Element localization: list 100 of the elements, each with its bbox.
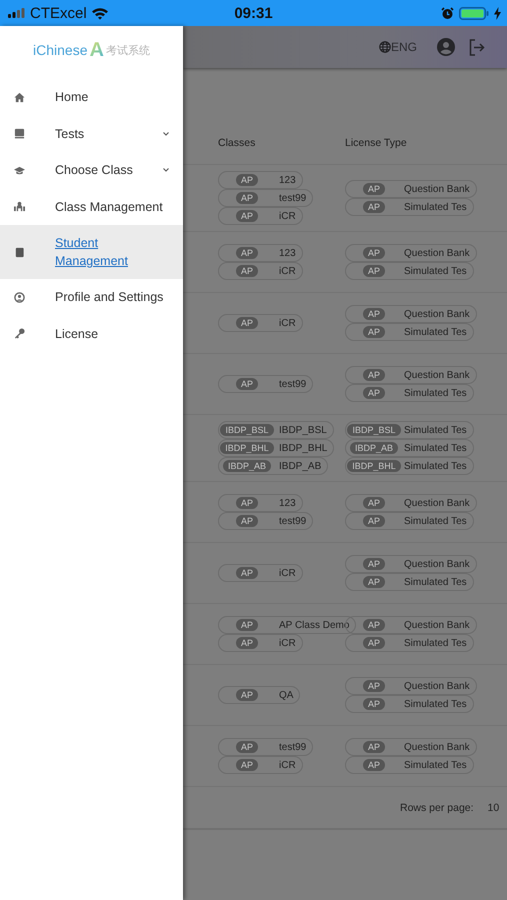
nav-item[interactable]: Choose Class [0,152,183,188]
logout-icon[interactable] [469,38,485,56]
tag-badge: AP [236,317,258,329]
account-icon[interactable] [437,38,455,56]
tag-badge: IBDP_BHL [347,460,401,472]
license-name: Question Bank [403,308,470,320]
class-name: QA [278,690,294,700]
class-name: test99 [278,516,306,526]
tag-badge: AP [362,369,385,381]
license-name: Question Bank [403,370,470,380]
key-icon [14,328,25,340]
tag-badge: AP [362,759,385,771]
tag-badge: IBDP_BSL [347,424,401,436]
class-name: 123 [278,248,296,258]
tag-badge: AP [362,515,385,527]
license-name: Simulated Tes [403,638,467,648]
globe-icon [378,41,391,53]
tag-badge: AP [236,741,258,753]
notebook-icon [14,246,25,258]
tag-badge: AP [362,183,385,195]
signal-icon [8,8,26,18]
tag-badge: AP [236,619,258,631]
nav-item[interactable]: License [0,316,183,352]
tag-badge: AP [236,192,258,204]
rows-per-page-select[interactable]: 10 [484,802,504,814]
tag-badge: IBDP_BSL [220,424,274,436]
class-name: iCR [278,760,296,770]
tag-badge: AP [362,576,385,588]
license-name: Simulated Tes [403,266,467,276]
license-name: Simulated Tes [403,576,467,588]
nav-item[interactable]: Tests [0,116,183,152]
class-name: 123 [278,498,296,508]
logo-brand-text: iChinese [33,42,88,58]
logo-subtitle: 考试系统 [106,44,150,58]
people-icon [14,201,25,212]
class-name: iCR [278,638,296,648]
tag-badge: IBDP_BHL [220,442,274,454]
tag-badge: AP [362,637,385,649]
tag-badge: AP [362,698,385,710]
tag-badge: AP [236,174,258,186]
nav-item[interactable]: Student Management [0,225,183,279]
license-name: Simulated Tes [403,460,467,472]
home-icon [14,92,25,103]
charging-icon [494,6,501,20]
tag-badge: AP [236,247,258,259]
class-name: IBDP_BHL [278,442,328,454]
license-name: Question Bank [403,742,470,752]
nav-item[interactable]: Home [0,79,183,116]
tag-badge: AP [362,558,385,570]
book-icon [14,128,25,140]
class-name: test99 [278,378,306,390]
column-header: License Type [345,136,408,148]
license-name: Simulated Tes [403,516,467,526]
tag-badge: AP [362,387,385,399]
nav-item[interactable]: Profile and Settings [0,279,183,316]
license-name: Simulated Tes [403,424,467,436]
tag-badge: AP [362,201,385,213]
class-name: iCR [278,210,296,222]
caret-icon [163,168,169,172]
class-name: test99 [278,192,306,204]
cap-icon [14,164,25,176]
license-name: Simulated Tes [403,442,467,454]
tag-badge: AP [362,497,385,509]
tag-badge: AP [236,265,258,277]
tag-badge: AP [236,515,258,527]
license-name: Question Bank [403,498,470,508]
license-name: Question Bank [403,248,470,258]
license-name: Simulated Tes [403,202,467,212]
tag-badge: IBDP_AB [222,460,272,472]
license-name: Question Bank [403,620,470,630]
nav-item[interactable]: Class Management [0,188,183,225]
tag-badge: AP [362,265,385,277]
column-header: Classes [217,136,256,148]
tag-badge: AP [236,210,258,222]
wifi-icon [90,6,109,20]
license-name: Simulated Tes [403,760,467,770]
rows-per-page-label: Rows per page: [400,802,474,814]
license-name: Simulated Tes [403,326,467,338]
alarm-icon [441,6,454,20]
clock-time: 09:31 [234,4,273,22]
class-name: 123 [278,174,296,186]
license-name: Question Bank [403,680,470,692]
caret-icon [163,132,169,136]
class-name: AP Class Demo [278,620,350,630]
license-name: Question Bank [403,184,470,194]
tag-badge: IBDP_AB [350,442,398,454]
license-name: Simulated Tes [403,388,467,398]
tag-badge: AP [236,378,258,390]
license-name: Simulated Tes [403,698,467,710]
tag-badge: AP [236,567,258,579]
tag-badge: AP [362,308,385,320]
battery-icon [459,6,489,20]
tag-badge: AP [236,759,258,771]
tag-badge: AP [236,689,258,701]
tag-badge: AP [236,637,258,649]
class-name: iCR [278,318,296,328]
class-name: IBDP_AB [278,460,322,472]
tag-badge: AP [362,247,385,259]
license-name: Question Bank [403,558,470,570]
class-name: iCR [278,266,296,276]
